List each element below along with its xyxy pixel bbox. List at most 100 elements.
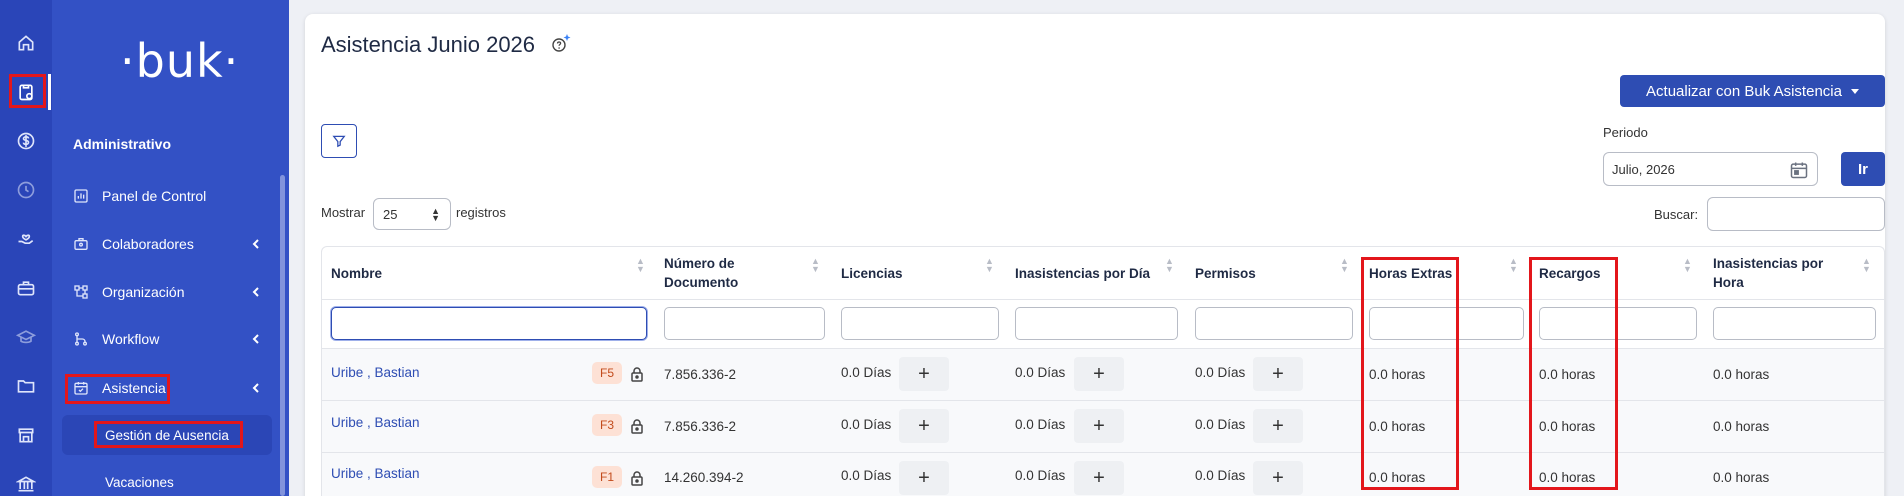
permisos-value: 0.0 Días	[1195, 468, 1246, 483]
inasistencias-dia-value: 0.0 Días	[1015, 365, 1066, 380]
plus-icon: +	[1272, 466, 1284, 489]
column-header-inasistencias-dia[interactable]: Inasistencias por Día	[1015, 247, 1165, 299]
table-row: Uribe , Bastian F5 7.856.336-2 0.0 Días …	[322, 349, 1884, 400]
add-permiso-button[interactable]: +	[1253, 461, 1303, 495]
calendar-icon[interactable]	[1789, 160, 1809, 180]
sidebar-item-label: Colaboradores	[102, 236, 194, 252]
column-header-documento[interactable]: Número de Documento	[664, 247, 784, 299]
add-licencia-button[interactable]: +	[899, 409, 949, 443]
sort-icon[interactable]: ▲ ▼	[1340, 257, 1349, 274]
column-header-licencias[interactable]: Licencias	[841, 247, 971, 299]
add-inasistencia-button[interactable]: +	[1074, 409, 1124, 443]
plus-icon: +	[1093, 362, 1105, 385]
employee-name-link[interactable]: Uribe , Bastian	[331, 365, 420, 380]
sort-icon[interactable]: ▲ ▼	[636, 257, 645, 274]
lock-icon	[631, 367, 643, 382]
highlight-box-recargos	[1529, 257, 1618, 490]
licencias-value: 0.0 Días	[841, 365, 892, 380]
inasistencias-dia-value: 0.0 Días	[1015, 468, 1066, 483]
update-buk-asistencia-button[interactable]: Actualizar con Buk Asistencia	[1620, 75, 1885, 107]
clock-icon[interactable]	[11, 175, 41, 205]
sidebar-item-organizacion[interactable]: Organización	[73, 273, 278, 311]
status-badge: F3	[592, 414, 622, 436]
filter-input-permisos[interactable]	[1195, 307, 1353, 340]
help-sparkle-icon[interactable]	[550, 33, 572, 55]
sidebar-item-panel-de-control[interactable]: Panel de Control	[73, 177, 278, 215]
dollar-circle-icon[interactable]	[11, 126, 41, 156]
employee-name-link[interactable]: Uribe , Bastian	[331, 466, 420, 481]
column-header-inasistencias-hora[interactable]: Inasistencias por Hora	[1713, 247, 1853, 299]
employee-name-link[interactable]: Uribe , Bastian	[331, 415, 420, 430]
workflow-icon	[75, 332, 87, 346]
show-label: Mostrar	[321, 205, 366, 220]
period-value: Julio, 2026	[1612, 161, 1675, 177]
sidebar-item-workflow[interactable]: Workflow	[73, 320, 278, 358]
org-chart-icon	[74, 285, 88, 299]
add-inasistencia-button[interactable]: +	[1074, 461, 1124, 495]
sort-icon[interactable]: ▲ ▼	[1509, 257, 1518, 274]
licencias-value: 0.0 Días	[841, 468, 892, 483]
id-card-icon	[74, 238, 88, 250]
plus-icon: +	[918, 466, 930, 489]
column-header-permisos[interactable]: Permisos	[1195, 247, 1325, 299]
dashboard-icon	[74, 189, 88, 203]
records-label: registros	[456, 205, 506, 220]
filter-input-inasistencias-hora[interactable]	[1713, 307, 1876, 340]
sidebar-item-colaboradores[interactable]: Colaboradores	[73, 225, 278, 263]
chevron-left-icon	[252, 239, 259, 249]
filter-input-licencias[interactable]	[841, 307, 999, 340]
page-title: Asistencia Junio 2026	[321, 32, 536, 57]
filter-input-nombre[interactable]	[331, 307, 647, 340]
folder-icon[interactable]	[11, 371, 41, 401]
sidebar-subitem-vacaciones[interactable]: Vacaciones	[62, 462, 272, 496]
sort-icon[interactable]: ▲ ▼	[985, 257, 994, 274]
column-header-nombre[interactable]: Nombre	[331, 247, 631, 299]
home-icon[interactable]	[11, 28, 41, 58]
document-number: 7.856.336-2	[664, 419, 737, 434]
status-badge: F1	[592, 466, 622, 488]
add-inasistencia-button[interactable]: +	[1074, 357, 1124, 391]
divider	[322, 299, 1884, 300]
plus-icon: +	[1272, 414, 1284, 437]
sidebar-item-label: Organización	[102, 284, 185, 300]
table-row: Uribe , Bastian F3 7.856.336-2 0.0 Días …	[322, 401, 1884, 452]
document-number: 7.856.336-2	[664, 367, 737, 382]
inasistencias-dia-value: 0.0 Días	[1015, 417, 1066, 432]
highlight-box-rail	[9, 74, 46, 108]
search-input[interactable]	[1707, 197, 1885, 231]
bank-icon[interactable]	[11, 469, 41, 496]
go-button[interactable]: Ir	[1841, 152, 1885, 186]
sort-icon[interactable]: ▲ ▼	[1862, 257, 1871, 274]
entries-select[interactable]: 25 ▲ ▼	[373, 198, 451, 230]
update-button-label: Actualizar con Buk Asistencia	[1646, 82, 1842, 100]
highlight-box-asistencia	[65, 374, 170, 404]
document-number: 14.260.394-2	[664, 470, 744, 485]
filter-input-documento[interactable]	[664, 307, 825, 340]
entries-value: 25	[383, 206, 398, 222]
sort-icon[interactable]: ▲ ▼	[1683, 257, 1692, 274]
add-permiso-button[interactable]: +	[1253, 409, 1303, 443]
sidebar-scrollbar[interactable]	[280, 175, 285, 496]
sidebar-item-label: Workflow	[102, 331, 160, 347]
active-indicator	[48, 74, 51, 110]
sort-icon[interactable]: ▲ ▼	[811, 257, 820, 274]
filter-button[interactable]	[321, 124, 357, 158]
inasistencias-hora-value: 0.0 horas	[1713, 419, 1770, 434]
graduation-cap-icon[interactable]	[11, 322, 41, 352]
add-licencia-button[interactable]: +	[899, 461, 949, 495]
attendance-table: Nombre ▲ ▼ Número de Documento ▲ ▼ Licenci…	[321, 246, 1885, 496]
plus-icon: +	[1093, 414, 1105, 437]
permisos-value: 0.0 Días	[1195, 365, 1246, 380]
status-badge: F5	[592, 362, 622, 384]
filter-input-inasistencias-dia[interactable]	[1015, 307, 1178, 340]
briefcase-icon[interactable]	[11, 273, 41, 303]
hand-heart-icon[interactable]	[11, 224, 41, 254]
highlight-box-gestion	[94, 421, 243, 448]
period-input[interactable]: Julio, 2026	[1603, 152, 1818, 186]
sidebar-item-label: Panel de Control	[102, 188, 207, 204]
plus-icon: +	[1272, 362, 1284, 385]
add-licencia-button[interactable]: +	[899, 357, 949, 391]
sort-icon[interactable]: ▲ ▼	[1165, 257, 1174, 274]
store-icon[interactable]	[11, 420, 41, 450]
add-permiso-button[interactable]: +	[1253, 357, 1303, 391]
